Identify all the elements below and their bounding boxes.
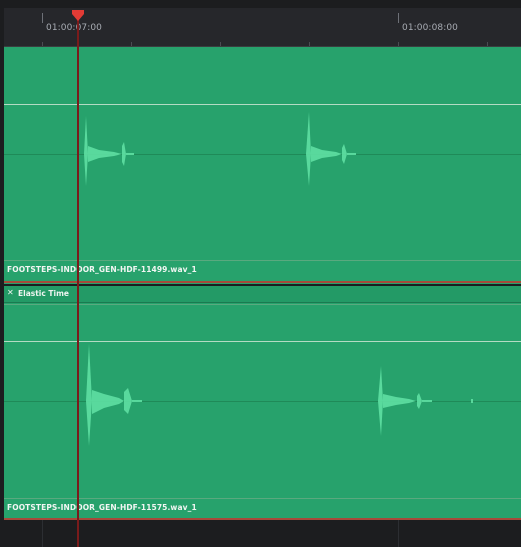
clip-divider — [4, 260, 521, 261]
grid-line — [42, 520, 43, 547]
audio-clip-2[interactable]: ✕ Elastic Time FOOTSTEPS-INDOOR_GEN-HDF- — [4, 286, 521, 522]
playhead-line[interactable] — [77, 14, 79, 547]
playhead-marker-icon[interactable] — [71, 10, 85, 22]
ruler-tick — [42, 13, 43, 23]
waveform — [86, 344, 473, 446]
grid-line — [398, 520, 399, 547]
clip-bottom-edge — [4, 281, 521, 283]
timecode-label: 01:00:07:00 — [46, 23, 103, 33]
empty-track-area[interactable] — [4, 520, 521, 547]
timecode-label: 01:00:08:00 — [402, 23, 459, 33]
waveform — [84, 112, 356, 186]
audio-clip-1[interactable]: FOOTSTEPS-INDOOR_GEN-HDF-11499.wav_1 — [4, 46, 521, 284]
timeline-viewer: 01:00:07:00 01:00:08:00 FOOTSTEPS-INDOOR… — [0, 0, 521, 547]
clip-name: FOOTSTEPS-INDOOR_GEN-HDF-11499.wav_1 — [7, 265, 197, 274]
ruler-tick — [398, 13, 399, 23]
clip-name: FOOTSTEPS-INDOOR_GEN-HDF-11575.wav_1 — [7, 503, 197, 512]
clip-divider — [4, 498, 521, 499]
